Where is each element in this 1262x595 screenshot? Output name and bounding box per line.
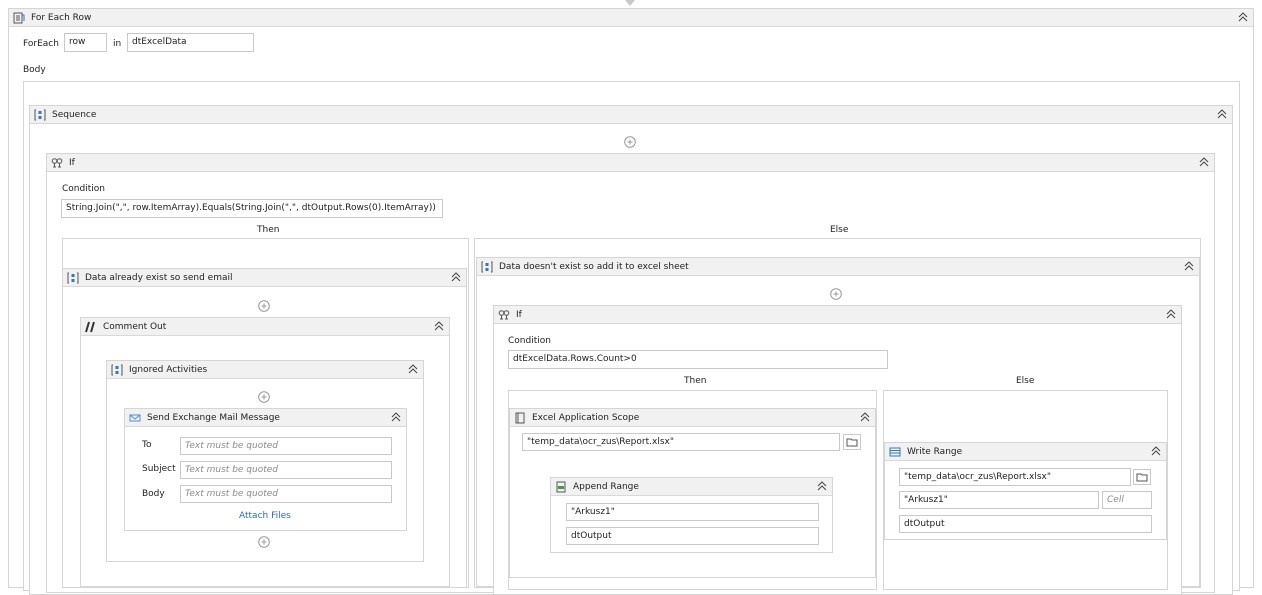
excel-scope-title: Excel Application Scope <box>532 413 640 423</box>
collapse-icon[interactable] <box>1184 261 1194 271</box>
excel-scope-header[interactable]: Excel Application Scope <box>510 409 875 427</box>
else-sequence-title: Data doesn't exist so add it to excel sh… <box>499 262 689 272</box>
write-range-icon <box>889 446 901 458</box>
write-path-field[interactable]: "temp_data\ocr_zus\Report.xlsx" <box>899 468 1131 486</box>
condition-field[interactable]: String.Join(",", row.ItemArray).Equals(S… <box>61 199 443 218</box>
cell-placeholder: Cell <box>1107 495 1124 505</box>
collapse-icon[interactable] <box>1217 109 1227 119</box>
append-range-icon <box>555 481 567 493</box>
foreach-collection-field[interactable]: dtExcelData <box>127 33 254 52</box>
comment-out-header[interactable]: Comment Out <box>81 318 449 336</box>
send-mail-header[interactable]: Send Exchange Mail Message <box>125 409 406 427</box>
then-sequence-title: Data already exist so send email <box>85 273 233 283</box>
collapse-icon[interactable] <box>1166 309 1176 319</box>
add-activity-plus-icon[interactable] <box>258 536 270 548</box>
subject-placeholder: Text must be quoted <box>185 465 279 475</box>
inner-if-title: If <box>516 310 522 320</box>
then-sequence-header[interactable]: Data already exist so send email <box>63 269 466 287</box>
to-placeholder: Text must be quoted <box>185 441 279 451</box>
write-sheet-field[interactable]: "Arkusz1" <box>899 491 1099 509</box>
foreach-header[interactable]: For Each Row <box>9 9 1253 27</box>
foreach-label: ForEach <box>23 39 59 49</box>
collapse-icon[interactable] <box>1238 12 1248 22</box>
browse-folder-button[interactable] <box>843 434 861 450</box>
sequence-header[interactable]: Sequence <box>30 106 1232 124</box>
if-header[interactable]: If <box>47 154 1214 172</box>
if-icon <box>51 157 63 169</box>
mail-icon <box>129 412 141 424</box>
in-label: in <box>113 39 122 49</box>
to-label: To <box>142 440 152 450</box>
write-range-header[interactable]: Write Range <box>885 443 1166 461</box>
inner-if-header[interactable]: If <box>494 306 1181 324</box>
subject-label: Subject <box>142 464 176 474</box>
sequence-icon <box>34 109 46 121</box>
add-activity-plus-icon[interactable] <box>258 391 270 403</box>
write-table-field[interactable]: dtOutput <box>899 515 1152 533</box>
ignored-activities-header[interactable]: Ignored Activities <box>107 361 423 379</box>
append-range-title: Append Range <box>573 482 639 492</box>
collapse-icon[interactable] <box>451 272 461 282</box>
send-mail-title: Send Exchange Mail Message <box>147 413 280 423</box>
condition-label: Condition <box>62 184 105 194</box>
mail-body-field[interactable]: Text must be quoted <box>180 485 392 503</box>
mail-body-label: Body <box>142 489 165 499</box>
else-label: Else <box>830 225 849 235</box>
sequence-icon <box>111 364 123 376</box>
inner-then-label: Then <box>684 376 707 386</box>
comment-slashes-icon <box>85 321 97 333</box>
write-range-title: Write Range <box>907 447 963 457</box>
write-cell-field[interactable]: Cell <box>1102 491 1152 509</box>
add-activity-plus-icon[interactable] <box>830 288 842 300</box>
foreach-icon <box>13 12 25 24</box>
append-table-field[interactable]: dtOutput <box>566 527 819 545</box>
collapse-icon[interactable] <box>434 321 444 331</box>
body-label: Body <box>23 65 46 75</box>
collapse-icon[interactable] <box>860 412 870 422</box>
collapse-icon[interactable] <box>408 364 418 374</box>
browse-folder-button[interactable] <box>1133 469 1151 485</box>
add-activity-plus-icon[interactable] <box>258 300 270 312</box>
inner-condition-field[interactable]: dtExcelData.Rows.Count>0 <box>508 350 888 369</box>
foreach-title: For Each Row <box>31 13 92 23</box>
if-title: If <box>69 158 75 168</box>
add-activity-plus-icon[interactable] <box>624 136 636 148</box>
ignored-activities-title: Ignored Activities <box>129 365 208 375</box>
mail-body-placeholder: Text must be quoted <box>185 489 279 499</box>
collapse-icon[interactable] <box>1199 157 1209 167</box>
sequence-title: Sequence <box>52 110 97 120</box>
collapse-icon[interactable] <box>817 481 827 491</box>
drop-indicator <box>625 0 635 6</box>
collapse-icon[interactable] <box>391 412 401 422</box>
inner-else-label: Else <box>1016 376 1035 386</box>
collapse-icon[interactable] <box>1151 446 1161 456</box>
to-field[interactable]: Text must be quoted <box>180 437 392 455</box>
else-sequence-header[interactable]: Data doesn't exist so add it to excel sh… <box>477 258 1199 276</box>
attach-files-link[interactable]: Attach Files <box>239 511 291 521</box>
workbook-path-field[interactable]: "temp_data\ocr_zus\Report.xlsx" <box>522 433 840 451</box>
append-range-header[interactable]: Append Range <box>551 478 832 496</box>
foreach-item-field[interactable]: row <box>64 33 107 52</box>
append-sheet-field[interactable]: "Arkusz1" <box>566 503 819 521</box>
if-icon <box>498 309 510 321</box>
excel-book-icon <box>514 412 526 424</box>
then-label: Then <box>257 225 280 235</box>
inner-condition-label: Condition <box>508 336 551 346</box>
sequence-icon <box>481 261 493 273</box>
sequence-icon <box>67 272 79 284</box>
subject-field[interactable]: Text must be quoted <box>180 461 392 479</box>
comment-out-title: Comment Out <box>103 322 167 332</box>
